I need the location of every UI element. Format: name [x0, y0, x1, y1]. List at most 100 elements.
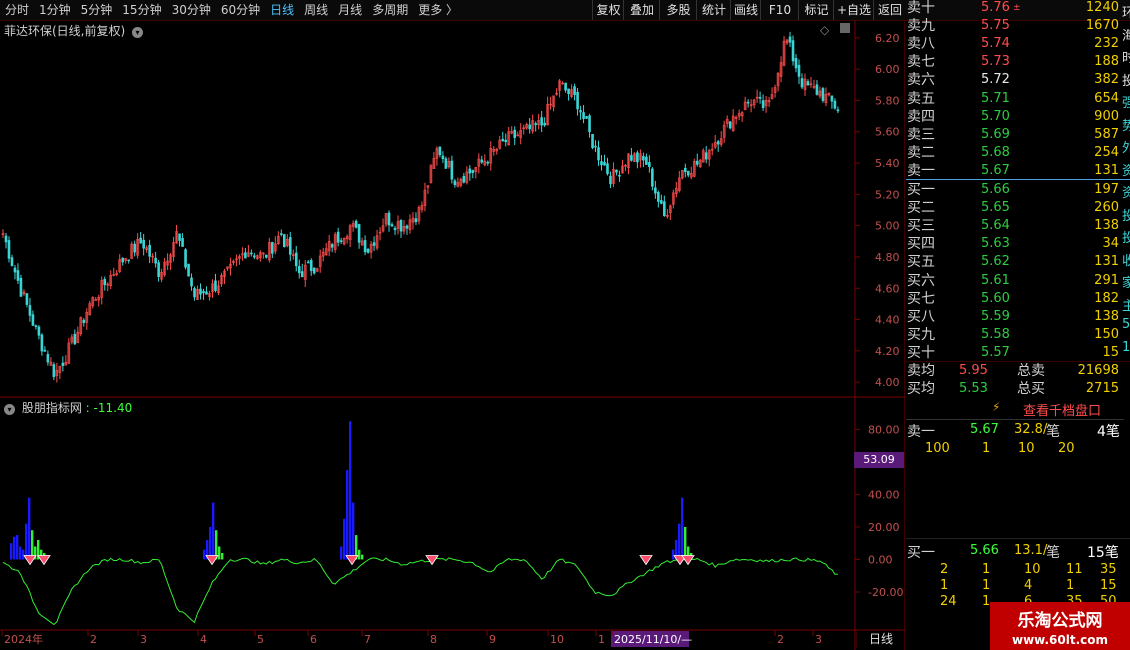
toolbar-button-1[interactable]: 叠加 — [623, 0, 660, 20]
sell-row[interactable]: 卖十 5.76 ±1240 — [907, 0, 1123, 17]
right-edge-char: 势 — [1122, 118, 1130, 134]
right-edge-char: 投 — [1122, 208, 1130, 224]
toolbar-button-7[interactable]: +自选 — [833, 0, 874, 20]
signal-gem-icon[interactable] — [345, 555, 359, 566]
sell1-label: 卖一 — [907, 424, 935, 440]
sell-label: 卖二 — [907, 144, 935, 161]
buy-row[interactable]: 买八 5.59 138 — [907, 308, 1123, 326]
candle-body — [788, 36, 792, 43]
toolbar-button-3[interactable]: 统计 — [696, 0, 731, 20]
candle-body — [178, 233, 181, 241]
buy1-label: 买一 — [907, 545, 935, 561]
candle-body — [486, 161, 490, 164]
period-tab-2[interactable]: 5分钟 — [76, 0, 118, 20]
toolbar-button-2[interactable]: 多股 — [659, 0, 697, 20]
chart-canvas[interactable]: 6.20 6.00 5.80 5.60 5.40 5.20 5.00 4.80 4.60 4.40… — [0, 20, 905, 650]
sell-label: 卖三 — [907, 126, 935, 143]
period-tab-0[interactable]: 分时 — [0, 0, 34, 20]
toolbar-button-5[interactable]: F10 — [760, 0, 799, 20]
chevron-down-icon[interactable]: ▾ — [4, 404, 15, 415]
candle-body — [657, 192, 660, 202]
buy-queue-cell: 1 — [982, 578, 991, 593]
chevron-down-icon[interactable]: ▾ — [132, 27, 144, 38]
sell-row[interactable]: 卖二 5.68 254 — [907, 144, 1123, 162]
right-edge-char: 1 — [1122, 339, 1130, 355]
period-tab-9[interactable]: 多周期 — [367, 0, 413, 20]
candle-body — [450, 160, 454, 180]
toolbar-button-0[interactable]: 复权 — [592, 0, 624, 20]
buy-row[interactable]: 买五 5.62 131 — [907, 253, 1123, 271]
right-edge-char: 投 — [1122, 73, 1130, 89]
candle-body — [642, 156, 645, 161]
buy-row[interactable]: 买二 5.65 260 — [907, 199, 1123, 217]
candle-body — [468, 168, 472, 174]
sell-row[interactable]: 卖一 5.67 131 — [907, 162, 1123, 180]
period-tab-10[interactable]: 更多 〉 — [413, 0, 463, 20]
sell-price: 5.68 — [981, 144, 1010, 160]
sell-row[interactable]: 卖三 5.69 587 — [907, 126, 1123, 144]
buy-queue-cell: 2 — [940, 562, 949, 577]
signal-gem-icon[interactable] — [23, 555, 37, 566]
sell-volume: 900 — [1094, 108, 1119, 124]
candle-body — [603, 161, 606, 166]
candle-body — [405, 225, 409, 229]
sell-label: 卖六 — [907, 72, 935, 89]
buy-price: 5.59 — [981, 308, 1010, 324]
price-chart-title: 菲达环保(日线,前复权) ▾ — [4, 22, 144, 39]
candle-body — [821, 88, 825, 101]
time-axis-label: 4 — [200, 633, 207, 646]
period-tab-8[interactable]: 月线 — [333, 0, 367, 20]
toolbar-button-4[interactable]: 画线 — [730, 0, 761, 20]
candle-body — [815, 84, 819, 95]
indicator-bar — [13, 536, 16, 560]
diamond-icon[interactable]: ◇ — [820, 23, 829, 37]
time-axis-label: 7 — [364, 633, 371, 646]
period-tab-6[interactable]: 日线 — [265, 0, 299, 20]
sell-row[interactable]: 卖七 5.73 188 — [907, 53, 1123, 71]
buy-row[interactable]: 买九 5.58 150 — [907, 326, 1123, 344]
total-value: 2715 — [1085, 381, 1119, 396]
period-tab-7[interactable]: 周线 — [299, 0, 333, 20]
period-tab-3[interactable]: 15分钟 — [117, 0, 166, 20]
sell-row[interactable]: 卖六 5.72 382 — [907, 71, 1123, 89]
buy-price: 5.60 — [981, 290, 1010, 306]
candle-body — [312, 267, 316, 274]
indicator-axis-tick: 20.00 — [868, 521, 900, 534]
signal-gem-icon[interactable] — [425, 555, 439, 566]
time-axis-label: 2 — [777, 633, 784, 646]
time-axis-label: 6 — [310, 633, 317, 646]
period-tab-4[interactable]: 30分钟 — [167, 0, 216, 20]
toolbar-button-8[interactable]: 返回 — [873, 0, 906, 20]
buy-row[interactable]: 买四 5.63 34 — [907, 235, 1123, 253]
indicator-bar — [346, 470, 349, 560]
candle-body — [441, 155, 445, 159]
buy-row[interactable]: 买七 5.60 182 — [907, 290, 1123, 308]
candle-body — [154, 257, 157, 264]
candle-body — [543, 122, 546, 126]
candle-body — [501, 138, 505, 142]
candle-body — [797, 64, 801, 77]
restore-icon[interactable] — [840, 23, 850, 33]
sell-row[interactable]: 卖八 5.74 232 — [907, 35, 1123, 53]
candle-body — [716, 141, 720, 145]
period-tab-1[interactable]: 1分钟 — [34, 0, 76, 20]
sell-price: 5.73 — [981, 54, 1010, 70]
price-axis-tick: 5.20 — [875, 188, 900, 201]
candle-body — [758, 96, 762, 99]
buy-row[interactable]: 买三 5.64 138 — [907, 217, 1123, 235]
signal-gem-icon[interactable] — [37, 555, 51, 566]
candle-body — [573, 86, 576, 96]
sell-row[interactable]: 卖九 5.75 1670 — [907, 17, 1123, 35]
view-level-button[interactable]: 查看千档盘口 — [1023, 400, 1101, 419]
sell-row[interactable]: 卖五 5.71 654 — [907, 90, 1123, 108]
period-tab-5[interactable]: 60分钟 — [216, 0, 265, 20]
sell-row[interactable]: 卖四 5.70 900 — [907, 108, 1123, 126]
signal-gem-icon[interactable] — [639, 555, 653, 566]
buy-row[interactable]: 买十 5.57 15 — [907, 344, 1123, 362]
toolbar-button-6[interactable]: 标记 — [798, 0, 834, 20]
buy-row[interactable]: 买六 5.61 291 — [907, 272, 1123, 290]
signal-gem-icon[interactable] — [205, 555, 219, 566]
buy-row[interactable]: 买一 5.66 197 — [907, 181, 1123, 199]
sell-label: 卖四 — [907, 108, 935, 125]
buy-volume: 197 — [1094, 182, 1119, 197]
